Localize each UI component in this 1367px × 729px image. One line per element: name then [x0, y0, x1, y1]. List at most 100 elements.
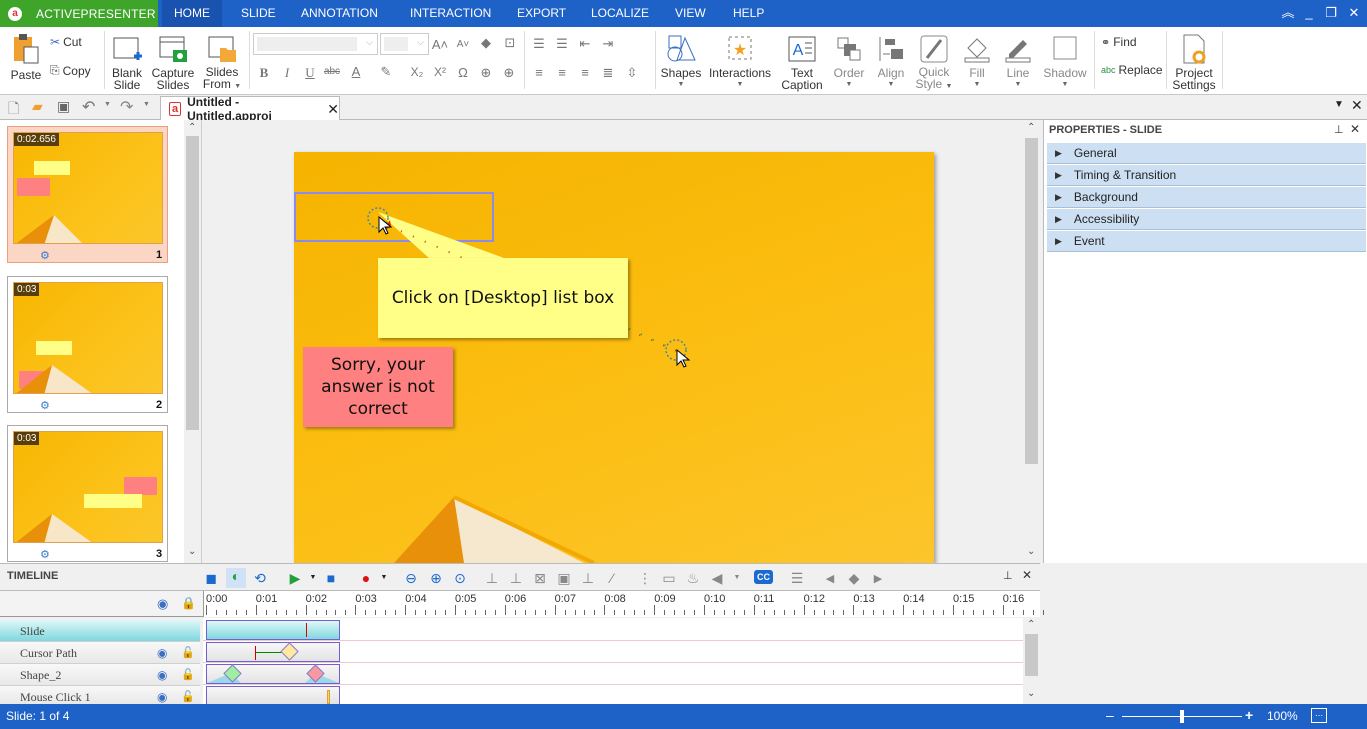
text-box-format-icon[interactable]: ⊡	[500, 35, 520, 51]
hyperlink-icon[interactable]: ⊕	[476, 65, 496, 81]
fade-icon[interactable]: ⁄	[602, 570, 622, 586]
close-timeline-icon[interactable]: ✕	[1022, 568, 1032, 582]
paste-button[interactable]: Paste	[8, 27, 44, 93]
tab-interaction[interactable]: INTERACTION	[398, 0, 503, 27]
undo-dropdown-icon[interactable]: ▼	[104, 101, 111, 108]
redo-dropdown-icon[interactable]: ▼	[143, 101, 150, 108]
capture-slides-button[interactable]: Capture Slides	[150, 27, 196, 93]
open-folder-icon[interactable]: ▰	[32, 98, 43, 115]
tab-annotation[interactable]: ANNOTATION	[289, 0, 390, 27]
blank-slide-button[interactable]: Blank Slide	[108, 27, 146, 93]
tab-home[interactable]: HOME	[162, 0, 222, 27]
speed-icon[interactable]: ♨	[683, 570, 703, 587]
new-file-icon[interactable]: 🗋	[8, 98, 19, 122]
mouse-click-bar[interactable]	[206, 686, 340, 705]
tab-list-dropdown-icon[interactable]: ▼	[1334, 99, 1344, 110]
add-keyframe-icon[interactable]: ◆	[844, 570, 864, 587]
join-icon[interactable]: ⊥	[506, 570, 526, 587]
increase-indent-icon[interactable]: ⇥	[598, 36, 618, 52]
decrease-indent-icon[interactable]: ⇤	[575, 36, 595, 52]
scroll-down-icon[interactable]: ⌄	[1027, 688, 1035, 699]
track-slide[interactable]: Slide	[0, 620, 200, 642]
remove-hyperlink-icon[interactable]: ⊕	[499, 65, 519, 81]
scrollbar-thumb[interactable]	[186, 136, 199, 430]
close-tab-icon[interactable]: ✕	[327, 101, 339, 118]
text-caption[interactable]: Click on [Desktop] list box	[378, 258, 628, 338]
lock-icon[interactable]: 🔓	[181, 642, 195, 664]
scroll-down-icon[interactable]: ⌄	[188, 546, 196, 557]
zoom-out-timeline-icon[interactable]: ⊖	[401, 570, 421, 587]
slide-thumbnail-2[interactable]: 0:03 ⚙ 2	[7, 276, 168, 413]
align-objects-icon[interactable]: ☰	[787, 570, 807, 587]
zoom-fit-timeline-icon[interactable]: ⊕	[426, 570, 446, 587]
lock-icon[interactable]: 🔓	[181, 664, 195, 686]
blank-frame-icon[interactable]: ▭	[659, 570, 679, 587]
spread-icon[interactable]: ⋮	[635, 570, 655, 587]
subscript-icon[interactable]: X₂	[407, 65, 427, 79]
justify-icon[interactable]: ≣	[598, 65, 618, 81]
scroll-up-icon[interactable]: ⌃	[188, 122, 196, 133]
tab-export[interactable]: EXPORT	[505, 0, 578, 27]
shadow-button[interactable]: Shadow ▼	[1041, 27, 1089, 93]
shapes-button[interactable]: Shapes ▼	[659, 27, 703, 93]
align-button[interactable]: Align ▼	[872, 27, 910, 93]
audio-icon[interactable]: ◀	[707, 570, 727, 587]
scroll-down-icon[interactable]: ⌄	[1027, 546, 1035, 557]
track-mouse-click[interactable]: Mouse Click 1 ◉ 🔓	[0, 686, 200, 705]
tab-slide[interactable]: SLIDE	[229, 0, 288, 27]
order-button[interactable]: Order ▼	[830, 27, 868, 93]
slide-panel-scrollbar[interactable]: ⌃ ⌄	[184, 120, 201, 563]
app-menu-button[interactable]: a ACTIVEPRESENTER	[0, 0, 158, 27]
crop-icon[interactable]: ▣	[554, 570, 574, 587]
section-timing-transition[interactable]: ▶ Timing & Transition	[1047, 165, 1366, 186]
failure-message-shape[interactable]: Sorry, your answer is not correct	[303, 347, 453, 427]
section-general[interactable]: ▶ General	[1047, 143, 1366, 164]
next-keyframe-icon[interactable]: ▶	[868, 572, 888, 585]
minimize-icon[interactable]: _	[1298, 4, 1320, 22]
scroll-up-icon[interactable]: ⌃	[1027, 619, 1035, 630]
delete-range-icon[interactable]: ⊠	[530, 570, 550, 587]
scroll-up-icon[interactable]: ⌃	[1027, 122, 1035, 133]
audio-dropdown-icon[interactable]: ▼	[727, 574, 747, 581]
track-cursor-path[interactable]: Cursor Path ◉ 🔓	[0, 642, 200, 664]
line-spacing-icon[interactable]: ⇳	[622, 65, 642, 81]
shape-2-bar[interactable]	[206, 664, 340, 684]
tab-view[interactable]: VIEW	[663, 0, 718, 27]
font-name-select[interactable]: ⌵	[253, 33, 378, 55]
split-icon[interactable]: ⊥	[482, 570, 502, 587]
closed-caption-button[interactable]: CC	[754, 570, 773, 584]
tab-help[interactable]: HELP	[721, 0, 776, 27]
cursor-path-bar[interactable]	[206, 642, 340, 662]
previous-keyframe-icon[interactable]: ◀	[820, 572, 840, 585]
bullets-icon[interactable]: ☰	[552, 36, 572, 52]
redo-icon[interactable]: ↷	[120, 97, 133, 117]
superscript-icon[interactable]: X²	[430, 65, 450, 79]
find-button[interactable]: ⚭ Find	[1101, 35, 1137, 49]
time-ruler[interactable]: 0:00 0:01 0:02 0:03 0:04 0:05 0:06 0:07 0:08 0:09…	[203, 591, 1044, 617]
align-right-icon[interactable]: ≡	[575, 65, 595, 80]
slide-thumbnail-1[interactable]: 0:02.656 ⚙ 1	[7, 126, 168, 263]
increase-font-icon[interactable]: A˄	[430, 37, 450, 52]
numbering-icon[interactable]: ☰	[529, 36, 549, 52]
record-icon[interactable]: ●	[356, 570, 376, 586]
symbol-icon[interactable]: Ω	[453, 65, 473, 80]
snap-icon[interactable]: ◐	[226, 568, 246, 588]
canvas-scrollbar[interactable]: ⌃ ⌄	[1023, 120, 1040, 563]
undo-icon[interactable]: ↶	[82, 97, 95, 117]
italic-icon[interactable]: I	[277, 65, 297, 81]
track-shape-2[interactable]: Shape_2 ◉ 🔓	[0, 664, 200, 686]
close-panel-icon[interactable]: ✕	[1350, 122, 1360, 136]
slide-canvas[interactable]: Click on [Desktop] list box Sorry, your …	[294, 152, 934, 563]
bring-to-front-icon[interactable]: ◼	[201, 570, 221, 587]
bold-icon[interactable]: B	[254, 65, 274, 81]
document-tab[interactable]: a Untitled - Untitled.approj ✕	[160, 95, 340, 123]
replace-button[interactable]: abc Replace	[1101, 63, 1163, 77]
slides-from-button[interactable]: Slides From ▼	[200, 27, 244, 93]
play-icon[interactable]: ▶	[285, 570, 305, 587]
zoom-out-icon[interactable]: –	[1106, 707, 1114, 723]
highlight-color-icon[interactable]: ✎	[376, 64, 396, 80]
play-dropdown-icon[interactable]: ▼	[303, 574, 323, 581]
scrollbar-thumb[interactable]	[1025, 138, 1038, 464]
timeline-scrollbar[interactable]: ⌃ ⌄	[1023, 618, 1040, 705]
scrollbar-thumb[interactable]	[1025, 634, 1038, 676]
